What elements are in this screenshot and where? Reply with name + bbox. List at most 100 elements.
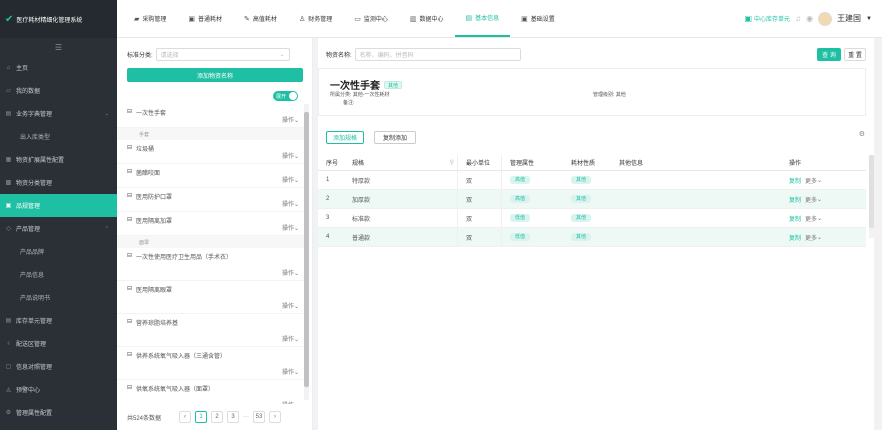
chevron-down-icon: ⌄ [279,52,285,58]
copy-link[interactable]: 复制 [789,214,801,223]
sidebar-item[interactable]: ▦ 物资扩展属性配置 [0,148,117,171]
bell-icon[interactable]: ♫ [795,14,801,23]
store-switch[interactable]: ▣ 中心库存单元 [744,14,790,23]
app-logo[interactable]: ✔ 医疗耗材精细化管理系统 [0,0,117,38]
page-scrollbar[interactable] [875,38,882,430]
search-placeholder: 名称、编码、拼音码 [359,53,414,59]
tab-7[interactable]: ▤ 基本信息 [454,0,511,37]
tree-node[interactable]: ⊟ 营养琼脂培养基 操作⌄ [117,314,307,347]
expand-toggle[interactable]: 展开 [273,91,298,101]
next-page-button[interactable]: › [269,411,282,423]
cart-icon: ▰ [134,15,140,23]
tree-node[interactable]: ⊟ 一次性使用医疗卫生用品（手术衣） 操作⌄ [117,248,307,281]
page-button[interactable]: 3 [227,411,240,423]
chevron-down-icon: ⌄ [293,178,299,184]
tree-node[interactable]: ⊟ 医用防护口罩操作⌄ [117,188,307,212]
tree-node[interactable]: ⊟ 医用隔离眼罩 操作⌄ [117,281,307,314]
chevron-down-icon: ⌄ [293,118,299,124]
avatar[interactable] [818,11,833,26]
sidebar-item[interactable]: ◬ 预警中心 [0,378,117,401]
sidebar-item[interactable]: ▤ 库存单元管理 [0,309,117,332]
node-ops-dropdown[interactable]: 操作⌄ [282,175,299,184]
module-tabs: ▰ 采购管理 ▣ 普通耗材 ✎ 高值耗材 ♙ 财务管理 ▭ 监测中心 ▥ 数据中心 ▤ 基本信息 ▣ 基础设置 [117,0,566,37]
sidebar-item[interactable]: ▤ 业务字典管理 ⌄ [0,102,117,125]
tree-node[interactable]: ⊟ 医用隔离加罩操作⌄ [117,212,307,236]
page-button[interactable]: 2 [211,411,224,423]
table-row[interactable]: 2 加厚款 双 高值 其他 复制 更多 ⌄ [318,190,866,209]
table-row[interactable]: 4 普通款 双 低值 其他 复制 更多 ⌄ [318,228,866,247]
node-ops-dropdown[interactable]: 操作⌄ [282,199,299,208]
tree-node[interactable]: ⊟ 垃圾桶 操作⌄ [117,140,307,164]
add-material-name-button[interactable]: 添加物资名称 [127,68,303,82]
sidebar-item[interactable]: ▢ 信息对照管理 [0,355,117,378]
page-button[interactable]: 53 [253,411,266,423]
query-button[interactable]: 查 询 [817,48,841,61]
copy-add-button[interactable]: 复制添加 [374,131,416,144]
node-ops-dropdown[interactable]: 操作⌄ [282,334,299,343]
search-icon[interactable]: ⚲ [450,159,454,166]
more-dropdown[interactable]: 更多 [805,176,817,185]
chevron-down-icon[interactable]: ▼ [866,16,872,22]
tab-5[interactable]: ▭ 监测中心 [343,0,399,37]
node-ops-dropdown[interactable]: 操作⌄ [282,301,299,310]
sidebar-item[interactable]: ▣ 品规管理 [0,194,117,217]
tab-8[interactable]: ▣ 基础设置 [510,0,566,37]
more-dropdown[interactable]: 更多 [805,233,817,242]
column-settings-icon[interactable]: ⚙ [859,130,865,138]
settings-icon[interactable]: ◉ [806,14,813,23]
user-name[interactable]: 王建国 [837,13,861,24]
table-scroll-thumb[interactable] [869,155,874,228]
sidebar-item[interactable]: 出入库类型 [0,125,117,148]
node-ops-dropdown[interactable]: 操作⌄ [282,151,299,160]
node-ops-dropdown[interactable]: 操作⌄ [282,367,299,376]
sidebar-item[interactable]: ⚙ 管理属性配置 [0,401,117,424]
sidebar-item[interactable]: ⌂ 主页 [0,56,117,79]
node-ops-dropdown[interactable]: 操作⌄ [282,268,299,277]
node-ops-dropdown[interactable]: 操作⌄ [282,115,299,124]
tree-scrollbar[interactable] [304,104,309,400]
sidebar-item[interactable]: 产品品牌 [0,240,117,263]
sidebar-item[interactable]: ▦物资类型管理 [0,424,117,430]
tree-node[interactable]: ⊟ 一次性手套 操作⌄ [117,104,307,128]
sidebar-item[interactable]: ◇ 产品管理 ⌃ [0,217,117,240]
tree-node[interactable]: ⊟ 供养系统氧气吸入器（三通含管） 操作⌄ [117,347,307,380]
node-ops-dropdown[interactable]: 操作⌄ [282,223,299,232]
tree-node[interactable]: ⊟ 菌醋咬面 操作⌄ [117,164,307,188]
tab-2[interactable]: ▣ 普通耗材 [177,0,233,37]
copy-link[interactable]: 复制 [789,176,801,185]
table-row[interactable]: 1 特厚款 双 高值 其他 复制 更多 ⌄ [318,171,866,190]
tab-1[interactable]: ▰ 采购管理 [123,0,177,37]
table-row[interactable]: 3 标准款 双 低值 其他 复制 更多 ⌄ [318,209,866,228]
prev-page-button[interactable]: ‹ [179,411,192,423]
tab-6[interactable]: ▥ 数据中心 [399,0,455,37]
category-select[interactable]: 请选择 ⌄ [155,48,290,61]
material-name-input[interactable]: 名称、编码、拼音码 [354,48,521,61]
scroll-thumb[interactable] [304,112,309,387]
tab-4[interactable]: ♙ 财务管理 [288,0,343,37]
sidebar-item-label: 产品信息 [20,273,45,279]
sidebar-item[interactable]: 产品信息 [0,263,117,286]
tree-node-title: ⊟ 医用隔离加罩 [127,216,172,225]
page-button[interactable]: 1 [195,411,208,423]
more-dropdown[interactable]: 更多 [805,214,817,223]
more-dropdown[interactable]: 更多 [805,195,817,204]
sidebar-item[interactable]: ▩ 物资分类管理 [0,171,117,194]
copy-link[interactable]: 复制 [789,195,801,204]
menu-collapse-icon[interactable]: ☰ [0,38,117,56]
node-ops-dropdown[interactable]: 操作⌄ [282,400,299,404]
copy-link[interactable]: 复制 [789,233,801,242]
tree-node-title: ⊟ 医用防护口罩 [127,192,172,201]
attr-badge: 低值 [510,214,531,222]
row-number: 2 [318,190,344,208]
tree-node[interactable]: ⊟供氧系统氧气吸入器（面罩） 操作⌄ [117,380,307,404]
add-spec-button[interactable]: 添加规格 [326,131,364,144]
sidebar-item[interactable]: 产品说明书 [0,286,117,309]
table-scrollbar[interactable] [869,155,874,238]
sidebar-item[interactable]: ♁ 配送区管理 [0,332,117,355]
tree-node-label: 医用隔离加罩 [136,219,173,225]
info-icon: ▤ [465,14,473,22]
tab-3[interactable]: ✎ 高值耗材 [233,0,288,37]
reset-button[interactable]: 重 置 [844,48,866,61]
sidebar-item[interactable]: ▱ 我的数据 [0,79,117,102]
book-icon: ▤ [5,111,12,117]
